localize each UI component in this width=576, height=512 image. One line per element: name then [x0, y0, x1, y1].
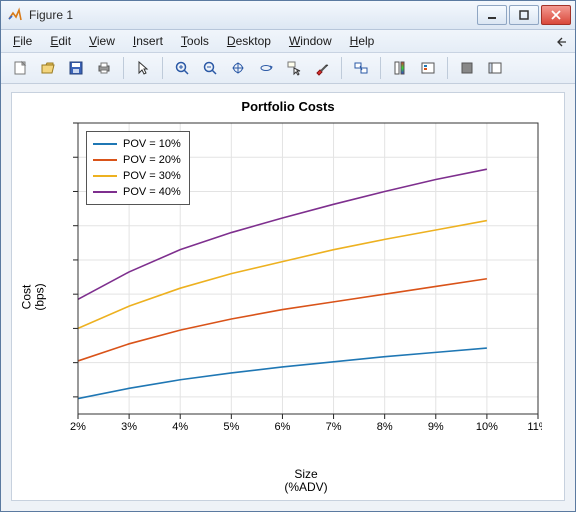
dock-menu-icon[interactable] — [553, 33, 571, 49]
y-axis-label: Cost (bps) — [20, 283, 46, 310]
open-icon[interactable] — [35, 55, 61, 81]
menu-tools[interactable]: Tools — [173, 32, 217, 50]
zoom-in-icon[interactable] — [169, 55, 195, 81]
colorbar-icon[interactable] — [387, 55, 413, 81]
link-icon[interactable] — [348, 55, 374, 81]
legend-label: POV = 30% — [123, 170, 181, 182]
svg-text:6%: 6% — [274, 421, 290, 433]
toolbar — [1, 53, 575, 84]
pointer-icon[interactable] — [130, 55, 156, 81]
brush-icon[interactable] — [309, 55, 335, 81]
print-icon[interactable] — [91, 55, 117, 81]
datacursor-icon[interactable] — [281, 55, 307, 81]
x-axis-label: Size (%ADV) — [70, 468, 542, 494]
pan-icon[interactable] — [225, 55, 251, 81]
menubar: File Edit View Insert Tools Desktop Wind… — [1, 30, 575, 53]
hide-tools-icon[interactable] — [454, 55, 480, 81]
svg-text:10%: 10% — [476, 421, 498, 433]
chart-title: Portfolio Costs — [12, 99, 564, 114]
svg-text:8%: 8% — [377, 421, 393, 433]
legend-label: POV = 40% — [123, 186, 181, 198]
figure-area: Portfolio Costs Cost (bps) Size (%ADV) 2… — [1, 84, 575, 511]
menu-view[interactable]: View — [81, 32, 123, 50]
axes-panel: Portfolio Costs Cost (bps) Size (%ADV) 2… — [11, 92, 565, 501]
maximize-button[interactable] — [509, 5, 539, 25]
legend-icon[interactable] — [415, 55, 441, 81]
svg-text:7%: 7% — [326, 421, 342, 433]
legend[interactable]: POV = 10% POV = 20% POV = 30% POV = 40% — [86, 131, 190, 205]
svg-text:5%: 5% — [223, 421, 239, 433]
menu-window[interactable]: Window — [281, 32, 340, 50]
svg-text:9%: 9% — [428, 421, 444, 433]
legend-label: POV = 20% — [123, 154, 181, 166]
legend-label: POV = 10% — [123, 138, 181, 150]
menu-desktop[interactable]: Desktop — [219, 32, 279, 50]
figure-window: Figure 1 File Edit View Insert Tools Des… — [0, 0, 576, 512]
show-tools-icon[interactable] — [482, 55, 508, 81]
close-button[interactable] — [541, 5, 571, 25]
new-figure-icon[interactable] — [7, 55, 33, 81]
minimize-button[interactable] — [477, 5, 507, 25]
titlebar: Figure 1 — [1, 1, 575, 30]
menu-file[interactable]: File — [5, 32, 40, 50]
svg-text:2%: 2% — [70, 421, 86, 433]
svg-text:3%: 3% — [121, 421, 137, 433]
rotate3d-icon[interactable] — [253, 55, 279, 81]
matlab-logo-icon — [7, 7, 23, 23]
window-title: Figure 1 — [29, 8, 477, 22]
menu-insert[interactable]: Insert — [125, 32, 171, 50]
svg-text:11%: 11% — [527, 421, 542, 433]
svg-text:4%: 4% — [172, 421, 188, 433]
zoom-out-icon[interactable] — [197, 55, 223, 81]
save-icon[interactable] — [63, 55, 89, 81]
menu-edit[interactable]: Edit — [42, 32, 79, 50]
menu-help[interactable]: Help — [342, 32, 383, 50]
